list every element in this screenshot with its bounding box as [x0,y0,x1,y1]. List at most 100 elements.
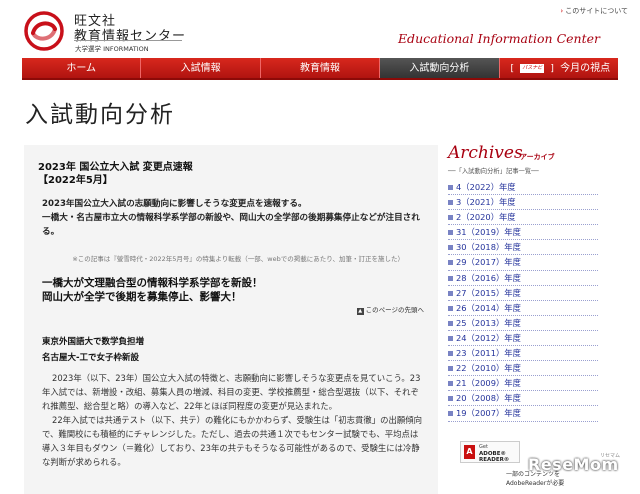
bullet-icon [448,185,453,190]
chevron-right-icon: › [560,7,564,15]
body-line: で、難関校にも積極的にチャレンジした。ただし、過去の共通１次でもセンター試験でも… [42,429,419,439]
archive-item[interactable]: 30（2018）年度 [448,240,598,256]
logo-divider [74,40,182,41]
headline-line2: 岡山大が全学で後期を募集停止、影響大！ [42,291,242,303]
subheading-tufs: 東京外国語大で数学負担増 [42,337,145,347]
archive-item[interactable]: 29（2017）年度 [448,255,598,271]
obunsha-logo-icon[interactable] [24,11,64,51]
page-top-link[interactable]: ▲ このページの先頭へ [356,304,424,315]
archive-item-label: 27（2015）年度 [456,287,521,298]
bullet-icon [448,230,453,236]
bullet-icon [448,260,453,266]
archive-item-label: 26（2014）年度 [456,302,521,313]
tagline: Educational Information Center [397,31,600,46]
archive-item-label: 22（2010）年度 [456,363,521,374]
article-title: 2023年 国公立大入試 変更点速報 【2022年5月】 [38,161,193,187]
resemom-watermark-kana: リセマム [600,453,621,459]
archive-item[interactable]: 26（2014）年度 [448,301,598,316]
bullet-icon [448,411,453,417]
bullet-icon [448,381,453,387]
archive-item[interactable]: 31（2019）年度 [448,225,598,241]
bullet-icon [448,275,453,281]
archive-item[interactable]: 23（2011）年度 [448,346,598,362]
archive-item-label: 30（2018）年度 [456,242,521,253]
body-line: れ推薦型、総合型と略）の導入など、22年とほぼ同程度の変更が見込まれた。 [42,401,337,411]
archive-item-label: 24（2012）年度 [456,332,521,343]
bullet-icon [448,320,453,326]
lead-line: る。 [42,227,60,237]
article-panel: 2023年 国公立大入試 変更点速報 【2022年5月】 2023年国公立大入試… [24,145,438,494]
archive-item[interactable]: 3（2021）年度 [448,195,598,211]
article-title-line2: 【2022年5月】 [38,175,113,186]
archive-item-label: 28（2016）年度 [456,272,521,283]
archive-item-label: 19（2007）年度 [456,408,521,419]
body-line: 年入試では、新増設・改組、募集人員の増減、科目の変更、学校推薦型・総合型選抜（以… [42,387,419,397]
adobe-get-label: Get [479,444,488,450]
adobe-reader-badge[interactable]: A Get ADOBE® READER® [460,441,520,463]
bullet-icon [448,305,453,311]
body-line: な判断が求められる。 [42,457,126,467]
adobe-note-line2: AdobeReaderが必要 [506,480,565,487]
bullet-icon [448,351,453,357]
adobe-reader-icon: A [464,445,475,459]
archives-title: Archives [448,143,523,163]
bullet-icon [448,215,453,221]
archive-item-label: 31（2019）年度 [456,227,521,238]
nav-education-info[interactable]: 教育情報 [261,58,381,78]
nav-home[interactable]: ホーム [22,58,142,78]
archive-item[interactable]: 28（2016）年度 [448,271,598,286]
article-lead: 2023年国公立大入試の志願動向に影響しそうな変更点を速報する。 一橋大・名古屋… [42,197,430,239]
archive-item[interactable]: 20（2008）年度 [448,391,598,407]
archive-item[interactable]: 24（2012）年度 [448,331,598,347]
page-top-label: このページの先頭へ [365,306,424,314]
body-line: 22年入試では共通テスト（以下、共テ）の難化にもかかわらず、受験生は「初志貫徹」… [52,415,423,425]
lead-line: 一橋大・名古屋市立大の情報科学系学部の新設や、岡山大の全学部の後期募集停止などが… [42,213,420,223]
arrow-up-icon: ▲ [356,308,364,315]
lead-line: 2023年国公立大入試の志願動向に影響しそうな変更点を速報する。 [42,199,307,209]
archive-item[interactable]: 25（2013）年度 [448,316,598,331]
about-site-link[interactable]: › このサイトについて [560,6,628,16]
bullet-icon [448,335,453,341]
nav-monthly-viewpoint-label: 今月の視点 [560,63,611,74]
bullet-icon [448,290,453,296]
body-line: 導入３年目もダウン（＝難化）しており、23年の共テもそうなる可能性があるので、受… [42,443,420,453]
reprint-note: ※この記事は『螢雪時代・2022年5月号』の特集より転載（一部、webでの掲載に… [72,255,404,263]
archive-item[interactable]: 27（2015）年度 [448,286,598,301]
archive-item[interactable]: 2（2020）年度 [448,210,598,226]
headline-line1: 一橋大が文理融合型の情報科学系学部を新設！ [42,277,263,289]
archives-caption: ──「入試動向分析」記事一覧── [448,168,539,175]
nav-bracket-open: [ [510,64,515,74]
subheading-nagoya: 名古屋大-工で女子枠新設 [42,353,140,363]
archive-item-label: 21（2009）年度 [456,378,521,389]
bullet-icon [448,366,453,372]
adobe-product-label: ADOBE® READER® [479,451,510,463]
bullet-icon [448,396,453,402]
passnavi-logo: パスナビ [520,63,545,73]
logo-center-name: 教育情報センター [74,29,187,44]
site-header: 旺文社 教育情報センター 大学選学 INFORMATION › このサイトについて… [0,0,640,58]
archive-item-label: 3（2021）年度 [456,197,516,208]
archives-title-sub: アーカイブ [520,153,555,161]
archive-item-label: 4（2022）年度 [456,182,516,192]
archive-item[interactable]: 21（2009）年度 [448,376,598,392]
article-headline: 一橋大が文理融合型の情報科学系学部を新設！ 岡山大が全学で後期を募集停止、影響大… [42,276,263,304]
archive-item-label: 20（2008）年度 [456,393,521,404]
archives-list: 4（2022）年度 3（2021）年度 2（2020）年度 31（2019）年度… [448,180,598,422]
archive-item-label: 2（2020）年度 [456,212,516,223]
logo-subtitle: 大学選学 INFORMATION [75,45,149,53]
bullet-icon [448,200,453,206]
archive-item[interactable]: 19（2007）年度 [448,406,598,422]
article-body: 2023年（以下、23年）国公立大入試の特徴と、志願動向に影響しそうな変更点を見… [42,371,432,469]
archive-item-label: 29（2017）年度 [456,257,521,268]
nav-exam-info[interactable]: 入試情報 [141,58,261,78]
archive-item[interactable]: 4（2022）年度 [448,180,598,196]
archive-item[interactable]: 22（2010）年度 [448,361,598,377]
nav-monthly-viewpoint[interactable]: [ パスナビ ] 今月の視点 [500,58,618,78]
page-title: 入試動向分析 [25,102,175,128]
main-nav: ホーム 入試情報 教育情報 入試動向分析 [ パスナビ ] 今月の視点 [22,58,618,80]
nav-exam-trend-analysis[interactable]: 入試動向分析 [380,58,500,78]
about-site-label: このサイトについて [565,7,628,15]
article-title-line1: 2023年 国公立大入試 変更点速報 [38,162,193,173]
archive-item-label: 23（2011）年度 [456,348,521,359]
body-line: 2023年（以下、23年）国公立大入試の特徴と、志願動向に影響しそうな変更点を見… [52,373,421,383]
